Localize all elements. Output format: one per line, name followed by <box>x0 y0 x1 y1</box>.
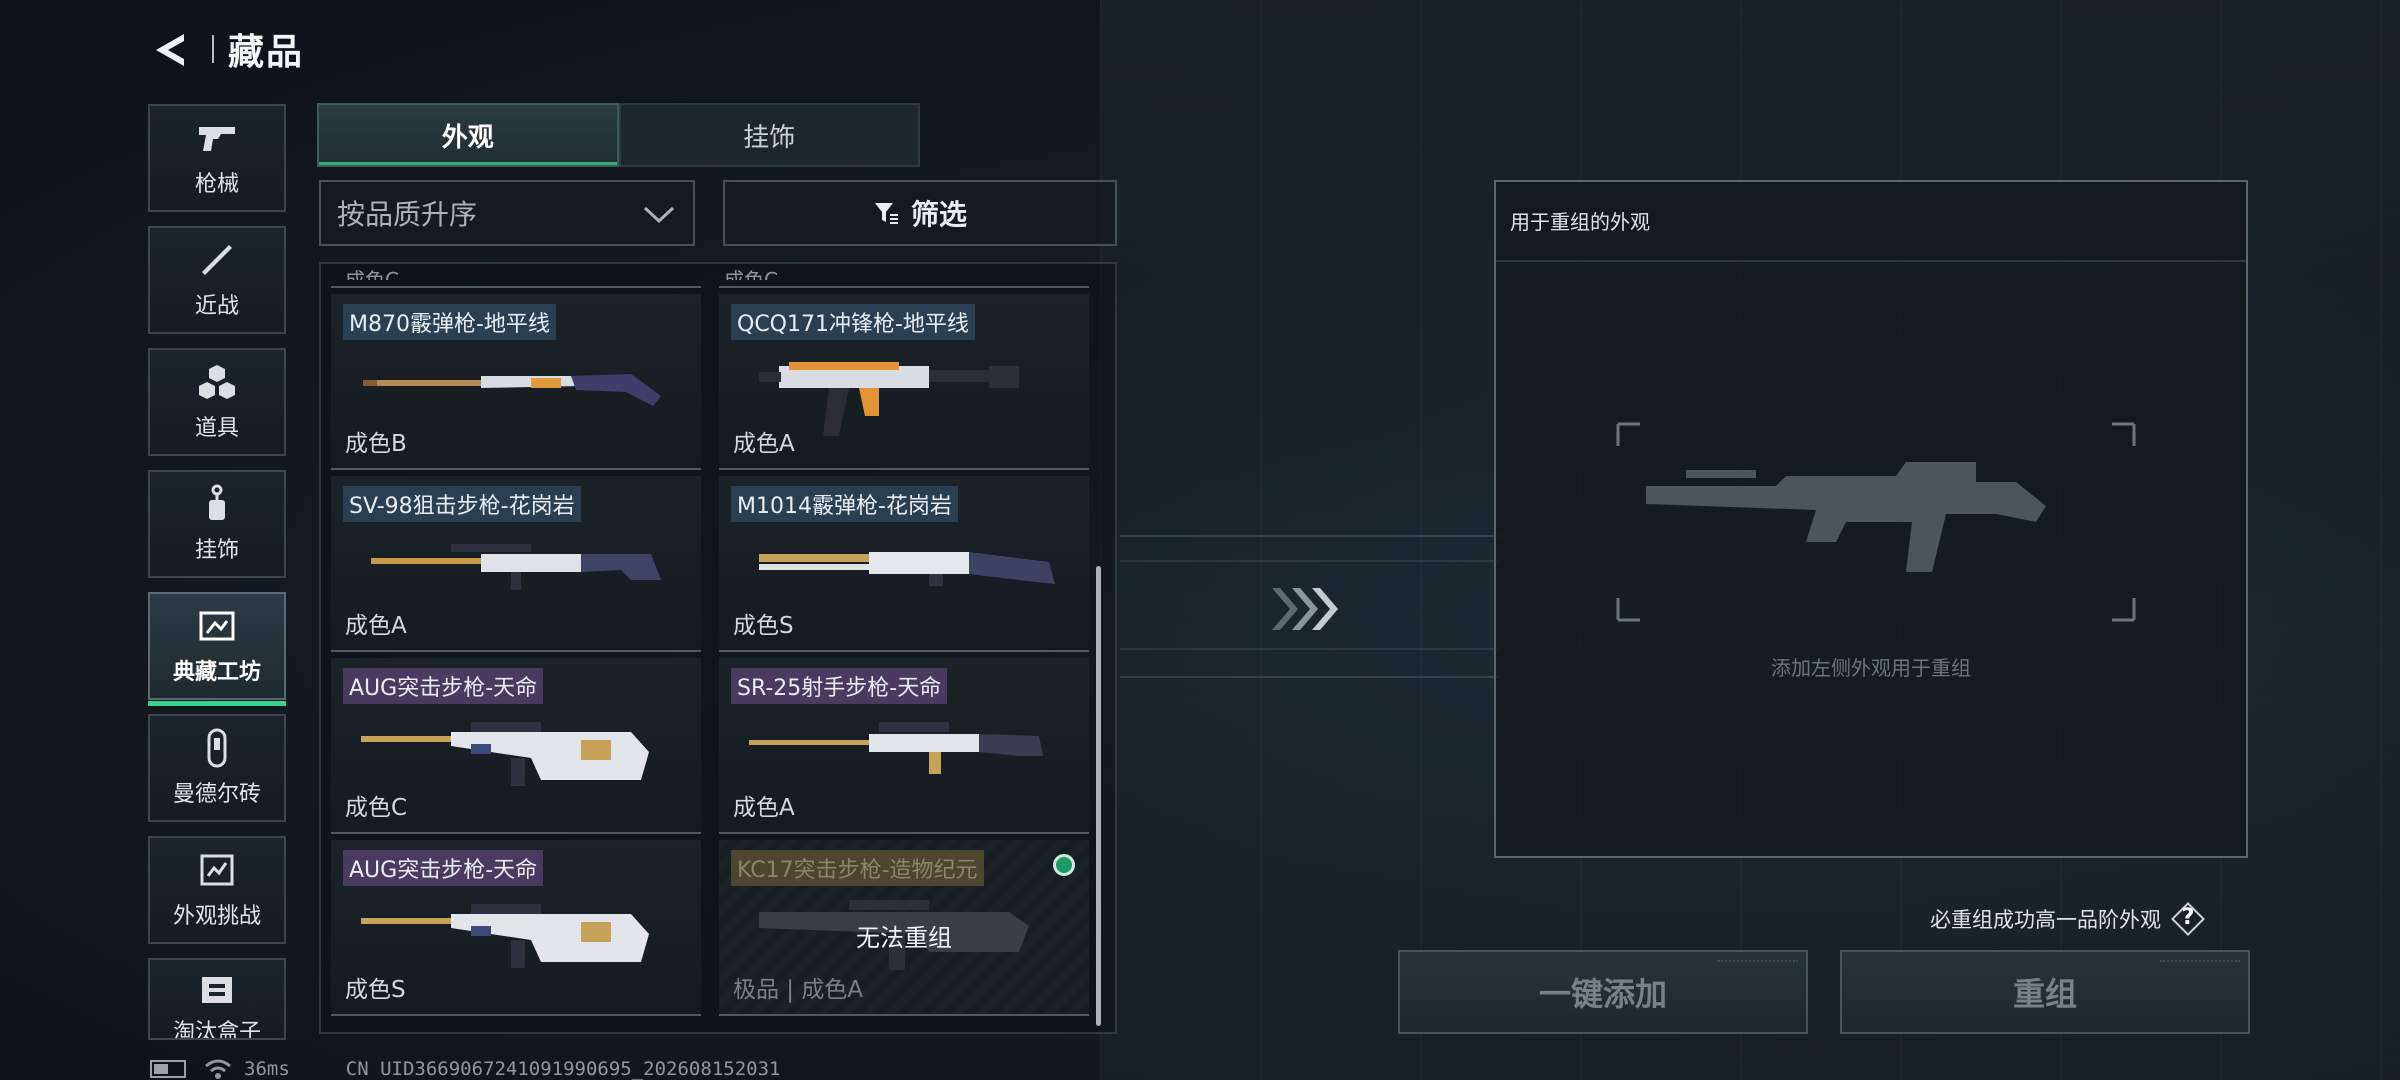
sniper-rifle-image <box>371 544 661 590</box>
skin-name: AUG突击步枪-天命 <box>343 850 544 886</box>
nav-label: 典藏工坊 <box>172 660 261 685</box>
nav-label: 外观挑战 <box>172 904 261 929</box>
skin-name: KC17突击步枪-造物纪元 <box>731 850 984 886</box>
nav-item-mandel-brick[interactable]: 曼德尔砖 <box>148 714 286 822</box>
page-header: 藏品 <box>150 26 305 73</box>
add-all-label: 一键添加 <box>1538 975 1667 1013</box>
nav-item-elimination-box[interactable]: 淘汰盒子 <box>148 958 286 1040</box>
skin-card-disabled[interactable]: KC17突击步枪-造物纪元 无法重组 极品 | 成色A <box>719 840 1089 1016</box>
decor-line <box>1120 560 1500 562</box>
assault-rifle-image <box>361 904 649 968</box>
skin-card[interactable]: SV-98狙击步枪-花岗岩 成色A <box>331 476 701 652</box>
box-icon <box>195 974 239 1006</box>
smg-image <box>759 362 1019 436</box>
header-divider <box>212 35 214 63</box>
regroup-rule-hint: 必重组成功高一品阶外观 ? <box>1930 902 2205 936</box>
rule-text: 必重组成功高一品阶外观 <box>1930 908 2161 932</box>
add-all-button[interactable]: 一键添加 <box>1398 950 1808 1034</box>
cutoff-grade: 成色C <box>724 268 778 280</box>
assault-rifle-image <box>361 722 649 786</box>
filter-label: 筛选 <box>910 198 967 231</box>
skin-grade: 成色C <box>345 795 408 821</box>
skin-name: M870霰弹枪-地平线 <box>343 304 556 340</box>
panel-title: 用于重组的外观 <box>1510 210 1650 234</box>
empty-slot-placeholder-icon <box>1616 422 2136 622</box>
nav-label: 淘汰盒子 <box>172 1020 261 1040</box>
skin-name: M1014霰弹枪-花岗岩 <box>731 486 958 522</box>
pistol-icon <box>195 118 239 158</box>
skin-name: QCQ171冲锋枪-地平线 <box>731 304 975 340</box>
status-bar: 36ms CN UID3669067241091990695_202608152… <box>150 1058 780 1080</box>
filter-button[interactable]: 筛选 <box>723 180 1117 246</box>
cubes-icon <box>195 362 239 402</box>
unavailable-label: 无法重组 <box>856 924 952 952</box>
panel-hint: 添加左侧外观用于重组 <box>1771 656 1971 680</box>
sort-dropdown[interactable]: 按品质升序 <box>319 180 695 246</box>
nav-item-melee[interactable]: 近战 <box>148 226 286 334</box>
battery-icon <box>150 1060 186 1078</box>
skin-name: SR-25射手步枪-天命 <box>731 668 948 704</box>
nav-item-skin-challenge[interactable]: 外观挑战 <box>148 836 286 944</box>
brick-icon <box>195 728 239 768</box>
tab-bar: 外观 挂饰 <box>317 103 920 167</box>
skin-grade: 极品 | 成色A <box>733 977 864 1003</box>
page-title: 藏品 <box>228 32 305 73</box>
decor-line <box>1120 676 1500 678</box>
user-uid: CN UID3669067241091990695_202608152031 <box>345 1058 781 1080</box>
wifi-icon <box>204 1058 232 1080</box>
skin-grade: 成色S <box>733 613 794 639</box>
nav-label: 曼德尔砖 <box>172 782 261 807</box>
skin-card[interactable]: M1014霰弹枪-花岗岩 成色S <box>719 476 1089 652</box>
nav-item-items[interactable]: 道具 <box>148 348 286 456</box>
nav-item-guns[interactable]: 枪械 <box>148 104 286 212</box>
nav-item-charms[interactable]: 挂饰 <box>148 470 286 578</box>
card-divider <box>719 286 1089 288</box>
decor-line <box>1120 648 1500 650</box>
skin-grid: 成色C 成色C M870霰弹枪-地平线 成色B QCQ171冲锋枪-地平线 成色… <box>319 262 1117 1034</box>
challenge-icon <box>195 850 239 890</box>
card-divider <box>331 286 701 288</box>
regroup-button[interactable]: 重组 <box>1840 950 2250 1034</box>
tab-skins[interactable]: 外观 <box>317 103 619 167</box>
nav-label: 近战 <box>194 294 239 319</box>
skin-grade: 成色B <box>345 431 407 457</box>
skin-card[interactable]: AUG突击步枪-天命 成色C <box>331 658 701 834</box>
skin-name: SV-98狙击步枪-花岗岩 <box>343 486 581 522</box>
ping-value: 36ms <box>244 1058 290 1080</box>
skin-name: AUG突击步枪-天命 <box>343 668 544 704</box>
skin-card[interactable]: M870霰弹枪-地平线 成色B <box>331 294 701 470</box>
back-arrow-icon[interactable] <box>150 26 190 72</box>
nav-label: 挂饰 <box>194 538 239 563</box>
nav-label: 道具 <box>194 416 239 441</box>
sort-value: 按品质升序 <box>337 198 478 231</box>
triple-chevron-icon <box>1268 584 1348 638</box>
filter-icon <box>873 200 899 226</box>
chevron-down-icon <box>641 200 677 235</box>
cutoff-grade: 成色C <box>345 268 399 280</box>
shotgun-image <box>363 374 661 406</box>
skin-grade: 成色A <box>733 795 795 821</box>
nav-label: 枪械 <box>194 172 239 197</box>
skin-grade: 成色A <box>733 431 795 457</box>
status-dot-icon <box>1053 854 1075 876</box>
skin-card[interactable]: AUG突击步枪-天命 成色S <box>331 840 701 1016</box>
tab-charms[interactable]: 挂饰 <box>618 103 920 167</box>
charm-icon <box>195 484 239 524</box>
marksman-rifle-image <box>749 722 1043 774</box>
nav-item-workshop[interactable]: 典藏工坊 <box>148 592 286 706</box>
regroup-panel: 用于重组的外观 添加左侧外观用于重组 <box>1494 180 2248 858</box>
question-icon[interactable]: ? <box>2171 902 2205 936</box>
grid-scrollbar[interactable] <box>1096 566 1101 1026</box>
panel-header: 用于重组的外观 <box>1496 182 2246 262</box>
knife-icon <box>195 240 239 280</box>
regroup-label: 重组 <box>2012 975 2077 1013</box>
decor-line <box>1120 535 1500 537</box>
skin-grade: 成色A <box>345 613 407 639</box>
skin-card[interactable]: SR-25射手步枪-天命 成色A <box>719 658 1089 834</box>
skin-grade: 成色S <box>345 977 406 1003</box>
workshop-icon <box>195 606 239 646</box>
shotgun-image <box>759 552 1055 586</box>
skin-card[interactable]: QCQ171冲锋枪-地平线 成色A <box>719 294 1089 470</box>
